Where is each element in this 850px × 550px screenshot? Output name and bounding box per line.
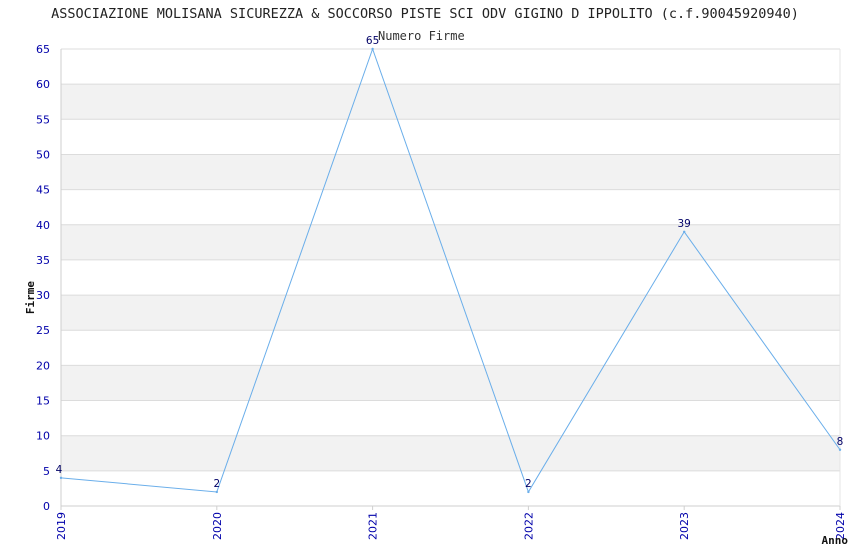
data-point <box>371 47 374 51</box>
x-tick-label: 2023 <box>678 512 691 540</box>
grid-band <box>61 365 840 401</box>
x-tick-label: 2020 <box>211 512 224 540</box>
y-axis-label: Firme <box>24 281 37 314</box>
grid-band <box>61 154 840 190</box>
grid-band <box>61 295 840 331</box>
data-point <box>683 230 686 233</box>
data-label: 2 <box>213 478 220 490</box>
x-tick-label: 2022 <box>522 512 535 540</box>
data-label: 2 <box>525 478 532 490</box>
y-tick-label: 55 <box>36 113 50 126</box>
y-tick-label: 5 <box>43 465 50 478</box>
data-point <box>527 490 530 494</box>
x-tick-label: 2021 <box>367 512 380 540</box>
y-tick-label: 35 <box>36 254 50 267</box>
data-label: 39 <box>678 218 691 230</box>
line-chart: 0 5 10 15 20 25 30 35 40 45 50 55 60 65 2019 2020 2021 2… <box>24 29 849 547</box>
y-tick-label: 25 <box>36 324 50 337</box>
data-point <box>59 476 63 480</box>
data-label: 4 <box>56 464 63 476</box>
y-tick-label: 65 <box>36 43 50 56</box>
legend-label: Numero Firme <box>378 29 465 43</box>
y-tick-label: 45 <box>36 184 50 197</box>
x-tick-label: 2019 <box>55 512 68 540</box>
grid-band <box>61 435 840 471</box>
x-tick-labels: 2019 2020 2021 2022 2023 2024 <box>55 506 847 540</box>
y-tick-label: 50 <box>36 148 50 161</box>
grid-band <box>61 84 840 120</box>
y-tick-label: 40 <box>36 219 50 232</box>
data-label: 8 <box>837 436 844 448</box>
x-axis-label: Anno <box>822 534 849 547</box>
y-tick-label: 30 <box>36 289 50 302</box>
grid-bands <box>61 84 840 471</box>
y-tick-label: 20 <box>36 359 50 372</box>
y-tick-label: 15 <box>36 395 50 408</box>
data-point <box>838 448 842 451</box>
grid-band <box>61 224 840 260</box>
y-tick-label: 60 <box>36 78 50 91</box>
data-point <box>215 490 218 494</box>
y-tick-label: 0 <box>43 500 50 513</box>
y-tick-label: 10 <box>36 430 50 443</box>
y-tick-labels: 0 5 10 15 20 25 30 35 40 45 50 55 60 65 <box>36 43 50 513</box>
